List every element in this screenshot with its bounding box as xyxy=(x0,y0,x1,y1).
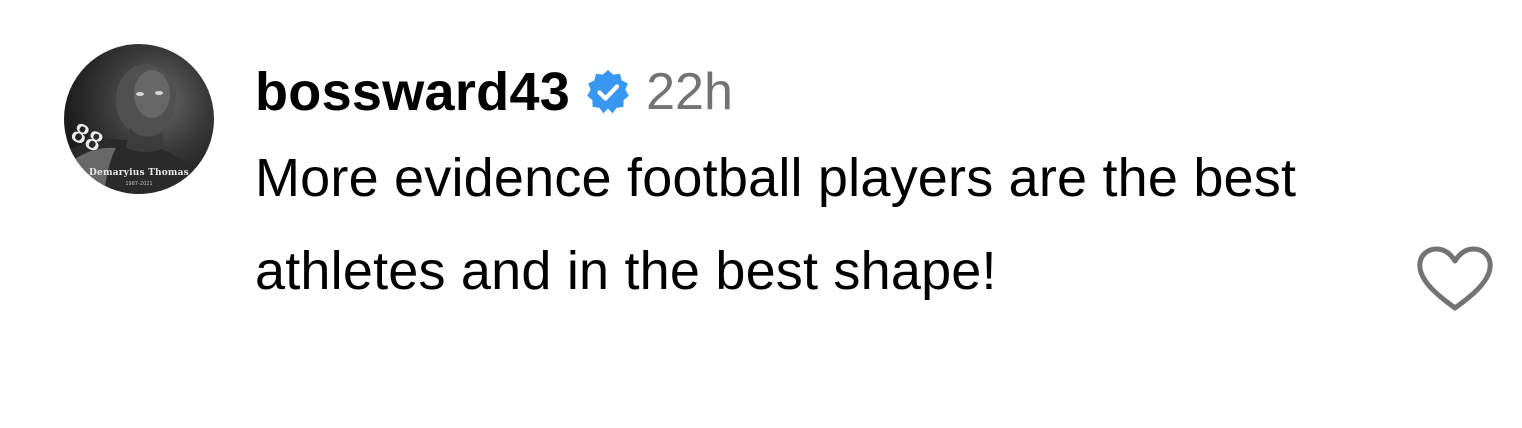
avatar[interactable]: 88 Demaryius Thomas 1987-2021 xyxy=(64,44,214,194)
comment-text: More evidence football players are the b… xyxy=(255,148,1297,301)
heart-outline-icon xyxy=(1417,246,1493,311)
verified-badge-icon xyxy=(584,68,632,116)
comment: 88 Demaryius Thomas 1987-2021 bossward43… xyxy=(0,0,1522,428)
comment-timestamp: 22h xyxy=(646,63,733,121)
like-button[interactable] xyxy=(1414,246,1496,312)
avatar-years: 1987-2021 xyxy=(125,181,153,187)
username-link[interactable]: bossward43 xyxy=(255,52,570,132)
avatar-caption: Demaryius Thomas xyxy=(89,168,189,178)
comment-content: bossward43 22h More evidence football pl… xyxy=(255,52,1365,318)
comment-header: bossward43 22h xyxy=(255,52,1365,132)
